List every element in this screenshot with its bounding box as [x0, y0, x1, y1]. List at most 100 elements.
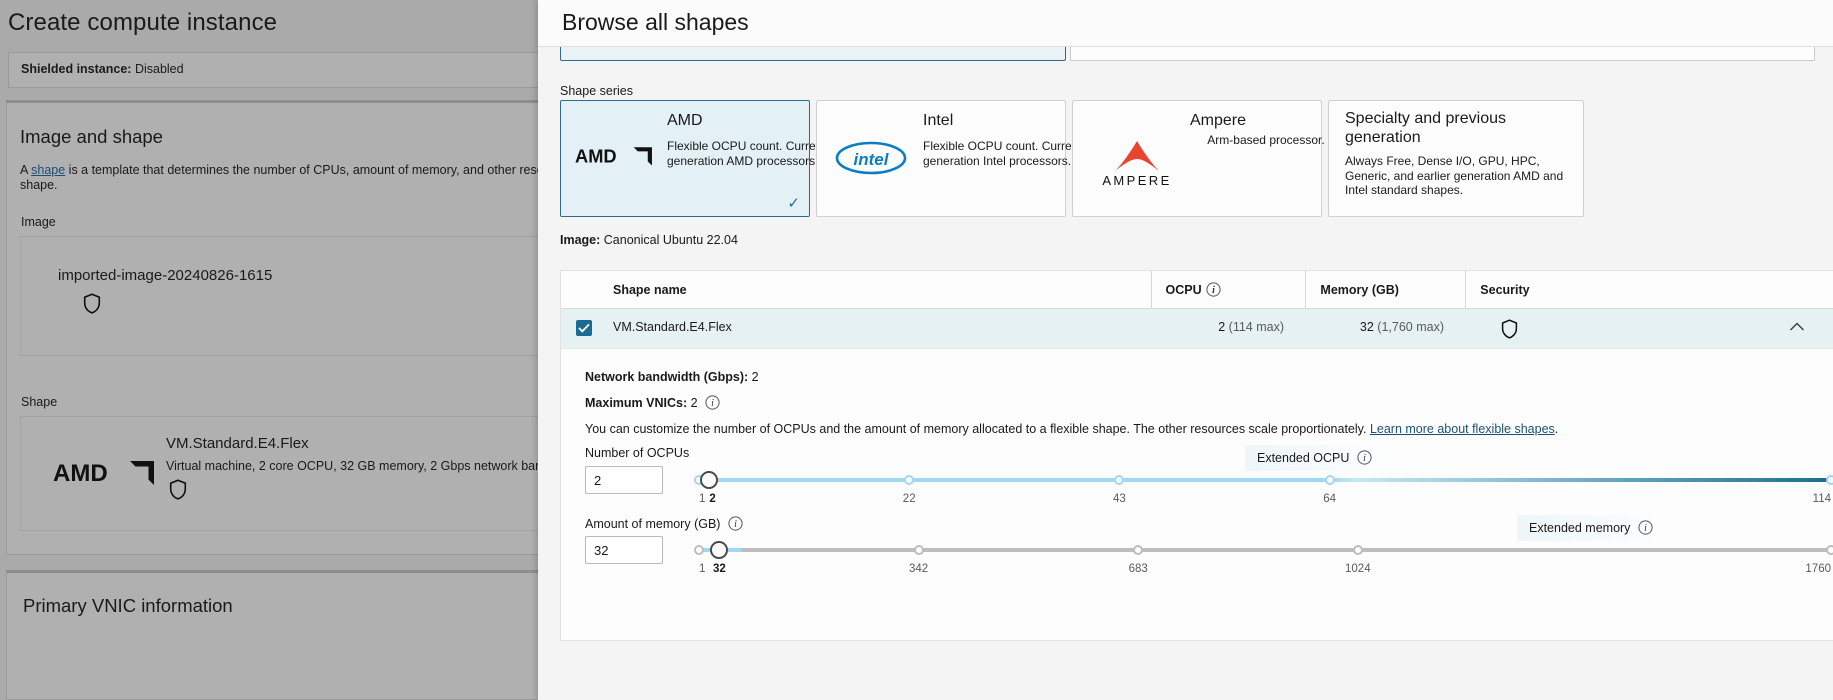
column-header-ocpu[interactable]: OCPU i	[1151, 271, 1306, 308]
ocpu-thumb[interactable]	[700, 471, 718, 489]
panel-header: Browse all shapes	[538, 0, 1833, 47]
info-icon[interactable]: i	[1357, 450, 1372, 465]
slider-tick[interactable]	[1325, 475, 1335, 485]
svg-text:AMD: AMD	[575, 145, 617, 166]
shielded-instance-label: Shielded instance:	[21, 62, 131, 76]
chevron-up-icon[interactable]	[1789, 321, 1805, 333]
extended-memory-badge: Extended memory i	[1517, 515, 1663, 541]
ocpu-input[interactable]	[585, 466, 663, 494]
ocpu-track[interactable]	[699, 478, 1831, 482]
shape-field-label: Shape	[21, 395, 57, 409]
check-icon	[578, 323, 590, 333]
slider-tick-label: 32	[713, 563, 726, 575]
column-header-security[interactable]: Security	[1465, 271, 1833, 308]
shape-link[interactable]: shape	[31, 163, 65, 177]
image-and-shape-heading: Image and shape	[20, 126, 163, 148]
column-header-memory[interactable]: Memory (GB)	[1305, 271, 1465, 308]
panel-body: Shape series AMD AMD Flexible OCPU count…	[538, 47, 1833, 700]
slider-tick-label: 43	[1113, 493, 1126, 505]
memory-slider-track-wrap[interactable]: Extended memory i 13234268310241760	[699, 536, 1831, 584]
series-card-ampere[interactable]: Ampere AMPERE Arm-based processor.	[1072, 100, 1322, 217]
series-card-description: Flexible OCPU count. Current generation …	[923, 139, 1083, 168]
network-bandwidth-label: Network bandwidth (Gbps):	[585, 370, 748, 384]
slider-tick-label: 683	[1129, 563, 1148, 575]
slider-tick-label: 64	[1323, 493, 1336, 505]
info-icon[interactable]: i	[1206, 282, 1221, 297]
slider-tick-label: 2	[709, 493, 715, 505]
shield-icon	[1501, 319, 1518, 339]
svg-text:i: i	[734, 519, 737, 530]
desc-line2: shape.	[20, 178, 58, 192]
image-field-label: Image	[21, 215, 56, 229]
learn-more-link[interactable]: Learn more about flexible shapes	[1370, 422, 1555, 436]
amd-logo-icon: AMD	[575, 145, 655, 167]
shape-search-input[interactable]	[560, 47, 1066, 61]
series-card-specialty[interactable]: Specialty and previous generation Always…	[1328, 100, 1584, 217]
memory-thumb[interactable]	[710, 541, 728, 559]
info-icon[interactable]: i	[1638, 520, 1653, 535]
svg-text:i: i	[1212, 285, 1215, 296]
desc-post: is a template that determines the number…	[65, 163, 560, 177]
paragraph-period: .	[1555, 422, 1558, 436]
max-vnics-value: 2	[691, 396, 698, 410]
slider-tick-label: 1760	[1805, 563, 1831, 575]
memory-slider-label-text: Amount of memory (GB)	[585, 517, 720, 531]
row-memory-value: 32	[1360, 320, 1374, 334]
shielded-instance-value: Disabled	[135, 62, 184, 76]
memory-track[interactable]	[699, 548, 1831, 552]
series-card-description: Always Free, Dense I/O, GPU, HPC, Generi…	[1345, 154, 1577, 198]
image-row-label: Image:	[560, 233, 600, 247]
panel-title: Browse all shapes	[562, 9, 749, 36]
info-icon[interactable]: i	[705, 395, 720, 410]
svg-text:i: i	[1644, 523, 1647, 534]
series-card-title: AMD	[667, 112, 703, 130]
image-and-shape-description: A shape is a template that determines th…	[20, 163, 560, 193]
flexible-shape-paragraph: You can customize the number of OCPUs an…	[585, 422, 1558, 436]
slider-tick[interactable]	[904, 475, 914, 485]
extended-ocpu-badge: Extended OCPU i	[1245, 445, 1382, 471]
primary-vnic-heading: Primary VNIC information	[23, 595, 233, 617]
table-row[interactable]: VM.Standard.E4.Flex 2 (114 max) 32 (1,76…	[561, 309, 1833, 348]
shape-detail-panel: Network bandwidth (Gbps): 2 Maximum VNIC…	[561, 348, 1833, 640]
memory-slider-label: Amount of memory (GB) i	[585, 516, 743, 531]
info-icon[interactable]: i	[728, 516, 743, 531]
svg-text:i: i	[711, 398, 714, 409]
slider-tick[interactable]	[1826, 475, 1833, 485]
image-card-name: imported-image-20240826-1615	[58, 267, 272, 284]
ampere-logo-icon: AMPERE	[1091, 137, 1183, 187]
series-card-title: Specialty and previous generation	[1345, 109, 1570, 147]
intel-logo-icon: intel	[835, 141, 907, 175]
slider-tick[interactable]	[914, 545, 924, 555]
image-card[interactable]: imported-image-20240826-1615	[20, 236, 560, 356]
compartment-select[interactable]	[1070, 47, 1815, 61]
slider-tick[interactable]	[1353, 545, 1363, 555]
slider-tick-label: 1	[699, 493, 705, 505]
selected-image-row: Image: Canonical Ubuntu 22.04	[560, 233, 738, 247]
column-header-shape-name[interactable]: Shape name	[561, 271, 1151, 308]
slider-tick[interactable]	[1114, 475, 1124, 485]
background-create-instance-page: Create compute instance Shielded instanc…	[0, 0, 560, 700]
row-checkbox[interactable]	[576, 320, 592, 336]
page-title: Create compute instance	[8, 9, 277, 37]
extended-ocpu-label: Extended OCPU	[1257, 451, 1349, 465]
series-card-amd[interactable]: AMD AMD Flexible OCPU count. Current gen…	[560, 100, 810, 217]
shielded-instance-text: Shielded instance: Disabled	[21, 62, 184, 76]
memory-input[interactable]	[585, 536, 663, 564]
row-ocpu: 2 (114 max)	[1151, 320, 1306, 334]
browse-all-shapes-panel: Browse all shapes Shape series AMD AMD F…	[538, 0, 1833, 700]
series-card-intel[interactable]: Intel intel Flexible OCPU count. Current…	[816, 100, 1066, 217]
slider-tick[interactable]	[1133, 545, 1143, 555]
slider-tick-label: 1	[699, 563, 705, 575]
table-header-row: Shape name OCPU i Memory (GB) Security	[561, 271, 1833, 309]
svg-text:intel: intel	[854, 150, 890, 169]
ocpu-slider-track-wrap[interactable]: Extended OCPU i 12224364114	[699, 466, 1831, 514]
slider-tick[interactable]	[694, 545, 704, 555]
shield-icon	[169, 479, 187, 500]
slider-tick-label: 342	[909, 563, 928, 575]
svg-text:AMD: AMD	[53, 460, 108, 486]
extended-memory-label: Extended memory	[1529, 521, 1630, 535]
slider-tick[interactable]	[1826, 545, 1833, 555]
amd-logo-icon: AMD	[53, 459, 158, 486]
shape-card[interactable]: AMD VM.Standard.E4.Flex Virtual machine,…	[20, 416, 560, 531]
svg-text:i: i	[1363, 453, 1366, 464]
